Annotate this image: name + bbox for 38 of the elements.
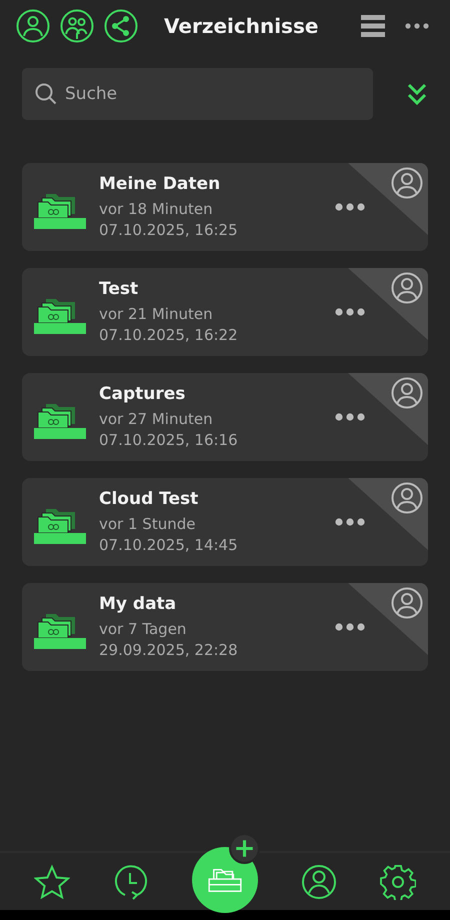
more-icon[interactable] [335, 308, 365, 316]
more-icon[interactable] [335, 203, 365, 211]
relative-time: vor 18 Minuten [99, 198, 214, 220]
more-icon[interactable] [335, 623, 365, 631]
star-icon[interactable] [34, 864, 70, 900]
relative-time: vor 1 Stunde [99, 514, 196, 534]
user-icon[interactable] [16, 9, 50, 43]
date-time: 07.10.2025, 16:22 [99, 324, 239, 346]
folder-card[interactable]: Cloud Test vor 1 Stunde 07.10.2025, 14:45 [22, 478, 428, 566]
folder-name: Cloud Test [99, 488, 200, 508]
group-icon[interactable] [60, 9, 94, 43]
date-time: 29.09.2025, 22:28 [99, 640, 239, 660]
page-title: Verzeichnisse [164, 14, 320, 38]
settings-icon[interactable] [380, 864, 416, 900]
relative-time: vor 21 Minuten [99, 304, 214, 324]
date-time: 07.10.2025, 16:16 [99, 430, 239, 450]
more-icon[interactable] [335, 518, 365, 526]
folder-name: My data [99, 594, 178, 614]
relative-time: vor 27 Minuten [99, 408, 214, 430]
folder-card[interactable]: Test vor 21 Minuten 07.10.2025, 16:22 [22, 268, 428, 356]
share-icon[interactable] [104, 9, 138, 43]
user-icon[interactable] [301, 864, 338, 900]
date-time: 07.10.2025, 14:45 [99, 534, 239, 556]
folder-name: Meine Daten [99, 174, 222, 194]
date-time: 07.10.2025, 16:25 [99, 220, 239, 240]
list-view-icon[interactable] [361, 15, 385, 37]
folder-card[interactable]: My data vor 7 Tagen 29.09.2025, 22:28 [22, 583, 428, 671]
folder-name: Test [99, 278, 140, 298]
more-icon[interactable] [405, 23, 429, 29]
search-field[interactable]: Suche [22, 68, 373, 120]
relative-time: vor 7 Tagen [99, 618, 188, 640]
plus-icon[interactable] [228, 832, 260, 864]
folder-card[interactable]: Captures vor 27 Minuten 07.10.2025, 16:16 [22, 373, 428, 461]
expand-icon[interactable] [407, 83, 427, 105]
history-icon[interactable] [112, 864, 149, 900]
folder-card[interactable]: Meine Daten vor 18 Minuten 07.10.2025, 16:25 [22, 163, 428, 251]
more-icon[interactable] [335, 413, 365, 421]
folder-name: Captures [99, 384, 186, 404]
